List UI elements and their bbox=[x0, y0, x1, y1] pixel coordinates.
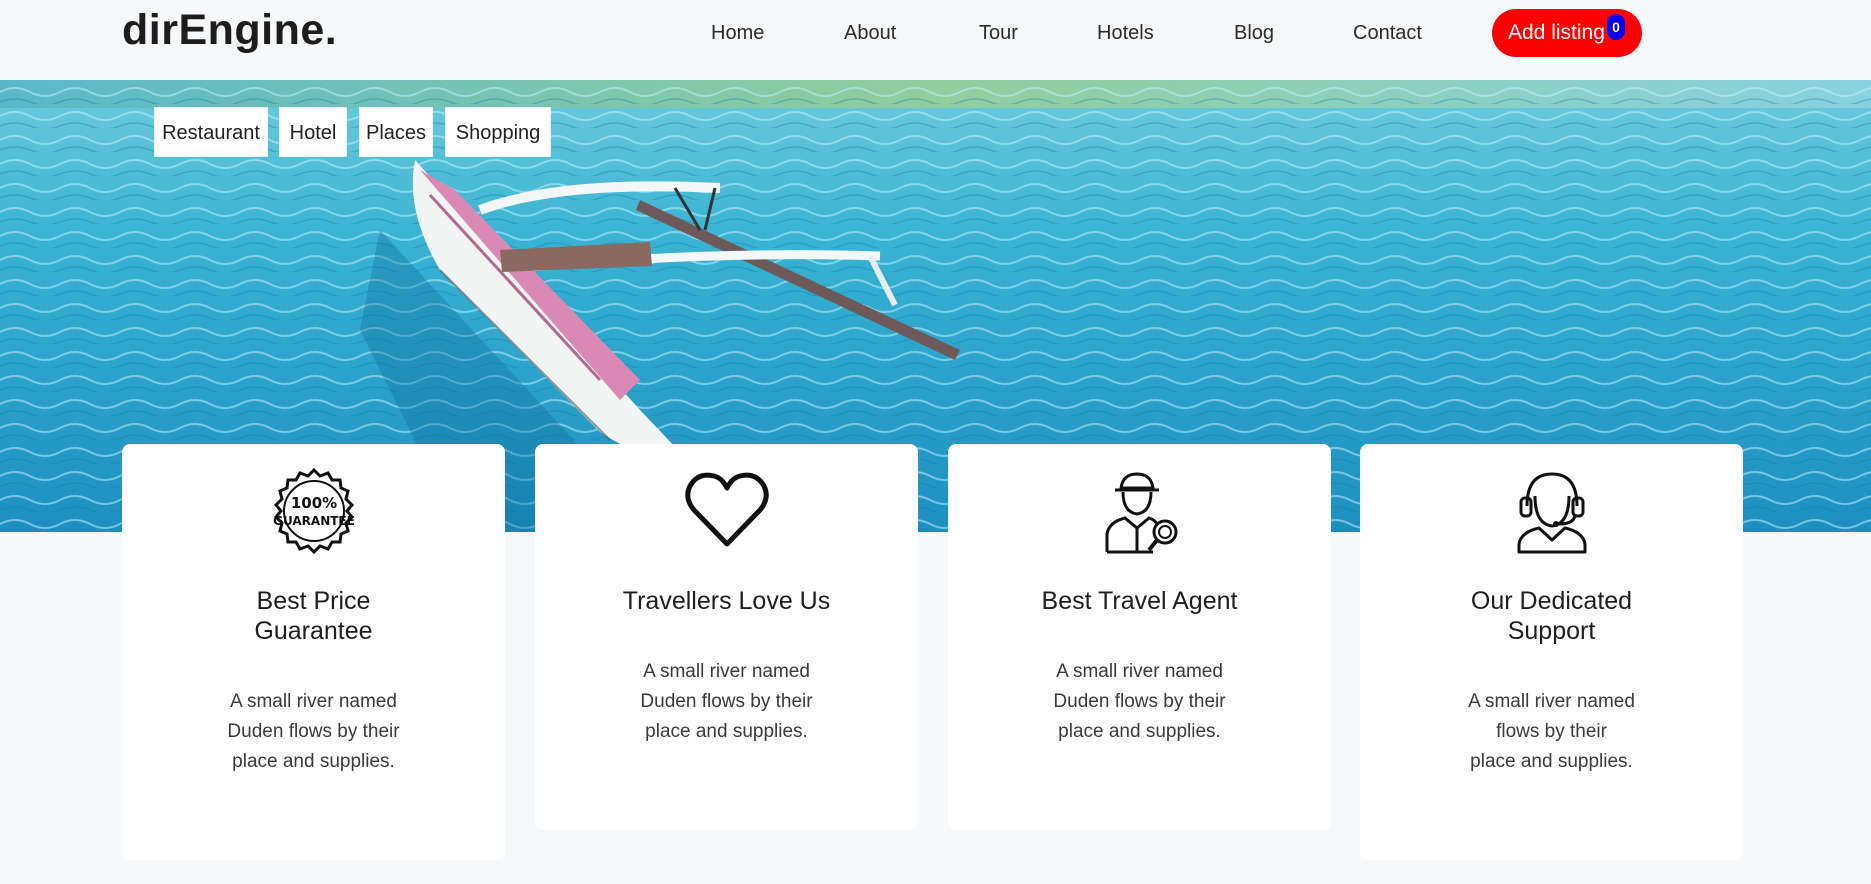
feature-text: A small river named Duden flows by their p… bbox=[1053, 661, 1226, 742]
nav-link-hotels[interactable]: Hotels bbox=[1097, 22, 1154, 45]
nav-link-contact[interactable]: Contact bbox=[1353, 22, 1422, 45]
nav-link-tour[interactable]: Tour bbox=[979, 22, 1018, 45]
feature-card-best-price: 100% GUARANTEE Best Price Guarantee A sma… bbox=[122, 444, 505, 860]
guarantee-badge-icon: 100% GUARANTEE bbox=[122, 468, 505, 554]
feature-title: Our Dedicated Support bbox=[1470, 587, 1633, 645]
feature-card-travellers-love: Travellers Love Us A small river named Du… bbox=[535, 444, 918, 830]
nav-link-about[interactable]: About bbox=[844, 22, 896, 45]
feature-title: Best Price Guarantee bbox=[254, 587, 373, 645]
feature-card-travel-agent: Best Travel Agent A small river named Dud… bbox=[948, 444, 1331, 830]
category-shopping[interactable]: Shopping bbox=[445, 107, 551, 157]
navbar: dirEngine. Home About Tour Hotels Blog C… bbox=[0, 0, 1871, 80]
add-listing-button[interactable]: Add listing 0 bbox=[1492, 9, 1642, 57]
category-hotel[interactable]: Hotel bbox=[279, 107, 347, 157]
feature-title: Best Travel Agent bbox=[1041, 587, 1238, 615]
support-headset-icon bbox=[1360, 468, 1743, 554]
category-restaurant[interactable]: Restaurant bbox=[154, 107, 268, 157]
svg-text:100%: 100% bbox=[290, 494, 336, 512]
nav-link-home[interactable]: Home bbox=[711, 22, 764, 45]
brand-logo[interactable]: dirEngine. bbox=[122, 6, 337, 55]
nav-link-blog[interactable]: Blog bbox=[1234, 22, 1274, 45]
feature-text: A small river named Duden flows by their p… bbox=[227, 691, 400, 772]
add-listing-label: Add listing bbox=[1508, 21, 1605, 44]
listing-count-badge: 0 bbox=[1607, 14, 1625, 40]
feature-text: A small river named Duden flows by their p… bbox=[640, 661, 813, 742]
svg-text:GUARANTEE: GUARANTEE bbox=[273, 514, 355, 528]
heart-icon bbox=[535, 468, 918, 554]
category-places[interactable]: Places bbox=[359, 107, 433, 157]
feature-title: Travellers Love Us bbox=[622, 587, 831, 615]
feature-text: A small river named flows by their place a… bbox=[1468, 691, 1635, 772]
feature-card-dedicated-support: Our Dedicated Support A small river named… bbox=[1360, 444, 1743, 860]
travel-agent-icon bbox=[948, 468, 1331, 554]
